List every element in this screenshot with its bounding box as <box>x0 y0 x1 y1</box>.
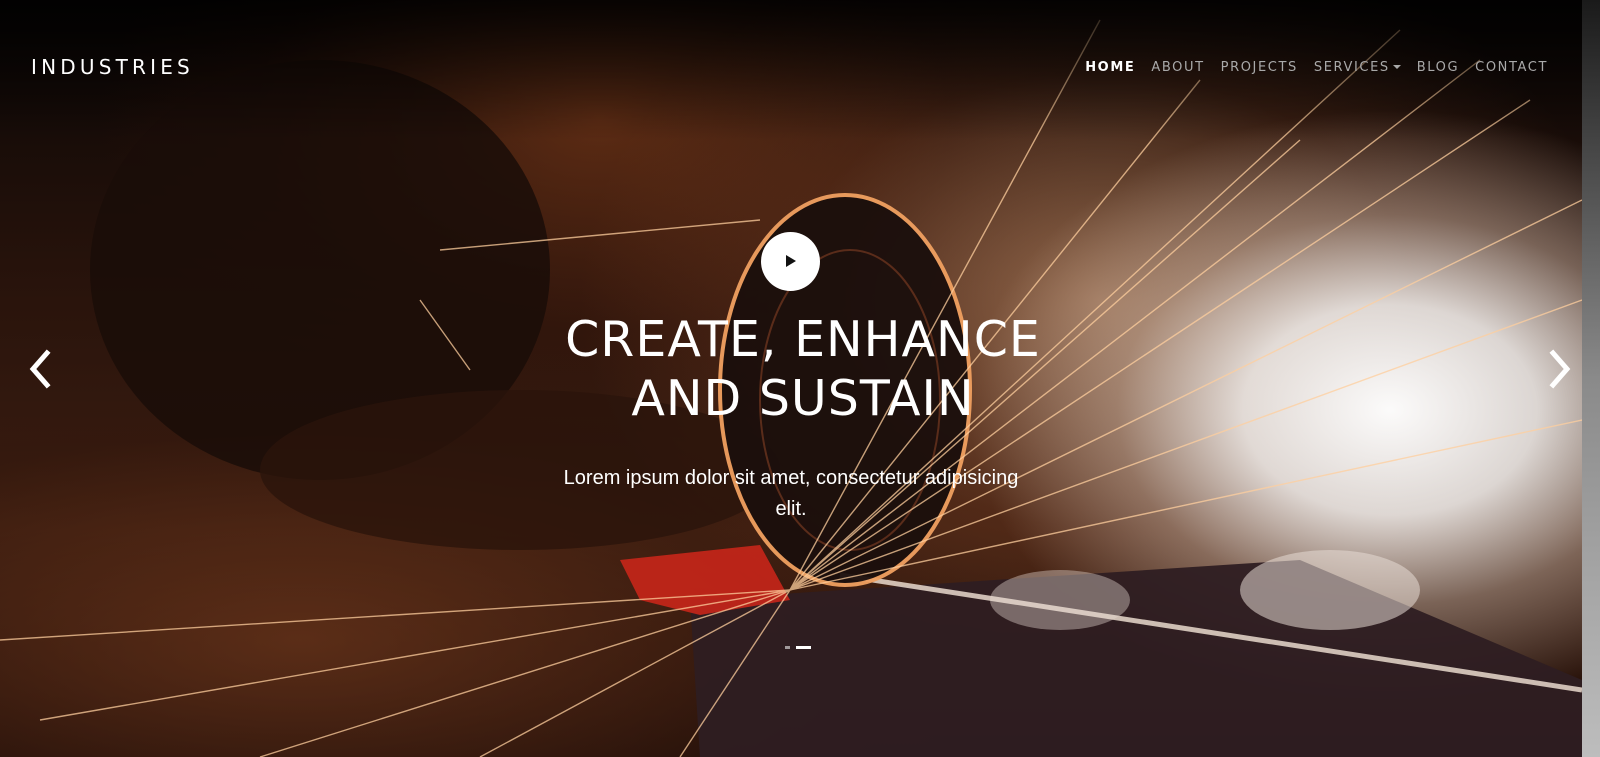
hero-subtext: Lorem ipsum dolor sit amet, consectetur … <box>563 467 1019 520</box>
hero-headline-line1: CREATE, ENHANCE <box>565 311 1041 368</box>
carousel-indicators <box>785 646 811 649</box>
carousel-indicator-2[interactable] <box>796 646 811 649</box>
carousel-indicator-1[interactable] <box>785 646 790 649</box>
brand-logo[interactable]: INDUSTRIES <box>31 55 194 79</box>
nav-item-services-label: SERVICES <box>1313 60 1390 75</box>
nav-item-about[interactable]: ABOUT <box>1151 60 1204 75</box>
chevron-right-icon <box>1549 349 1571 389</box>
carousel-prev-button[interactable] <box>25 349 55 389</box>
nav-item-blog[interactable]: BLOG <box>1417 60 1459 75</box>
nav-item-projects[interactable]: PROJECTS <box>1221 60 1298 75</box>
nav-item-home[interactable]: HOME <box>1085 60 1135 75</box>
nav-item-services[interactable]: SERVICES <box>1314 60 1401 75</box>
nav-item-contact[interactable]: CONTACT <box>1475 60 1548 75</box>
play-video-button[interactable] <box>761 232 820 291</box>
main-nav: HOME ABOUT PROJECTS SERVICES BLOG CONTAC… <box>1069 60 1548 75</box>
hero-headline-line2: AND SUSTAIN <box>631 370 975 427</box>
carousel-next-button[interactable] <box>1545 349 1575 389</box>
chevron-left-icon <box>29 349 51 389</box>
play-icon <box>786 255 796 267</box>
page-edge-strip <box>1582 0 1600 757</box>
hero-headline: CREATE, ENHANCE AND SUSTAIN <box>500 310 1106 428</box>
caret-down-icon <box>1392 64 1401 69</box>
